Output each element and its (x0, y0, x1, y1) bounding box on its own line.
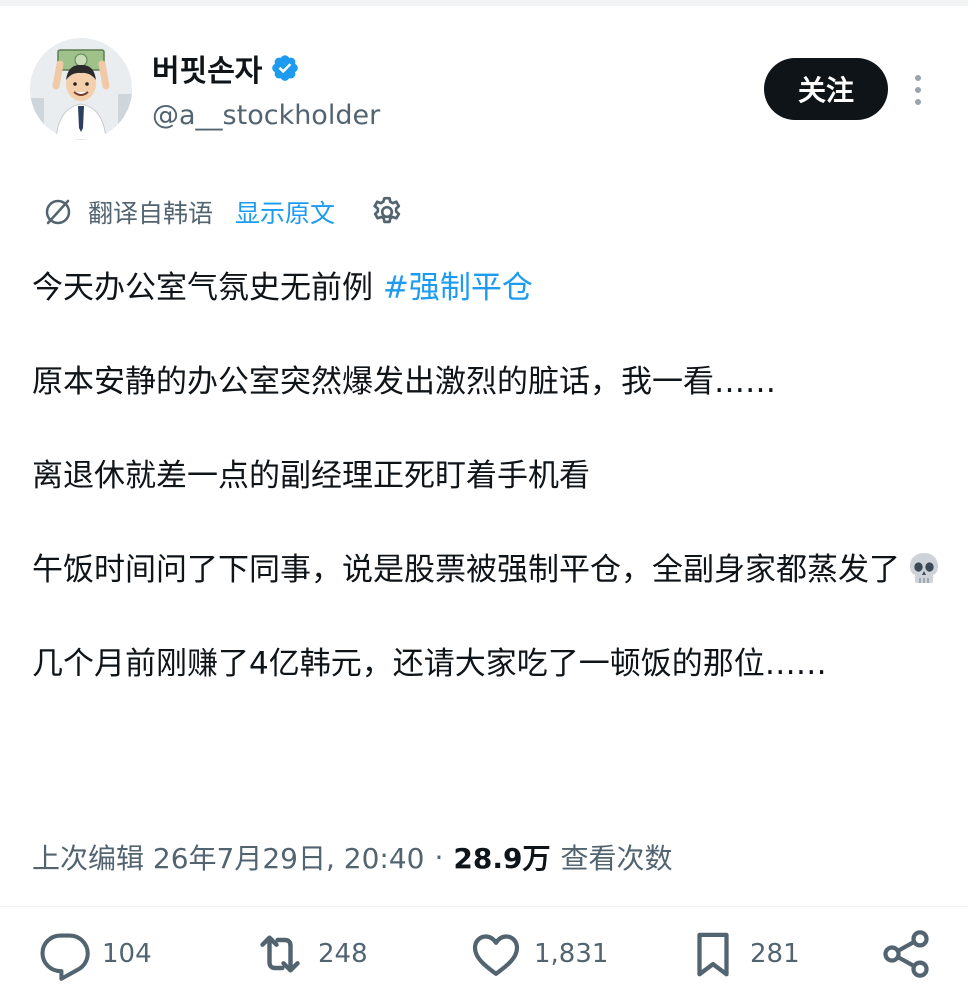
tweet-paragraph-text: 午饭时间问了下同事，说是股票被强制平仓，全副身家都蒸发了 (32, 552, 900, 588)
avatar-image (30, 38, 132, 140)
show-original-link[interactable]: 显示原文 (235, 194, 335, 230)
tweet-meta: 上次编辑 26年7月29日, 20:40 · 28.9万 查看次数 (32, 834, 672, 880)
tweet-paragraph-1: 今天办公室气氛史无前例 #强制平仓 (32, 262, 942, 314)
retweet-button[interactable]: 248 (252, 924, 368, 984)
like-count: 1,831 (534, 939, 609, 969)
heart-icon (472, 934, 520, 976)
divider (0, 906, 968, 907)
verified-badge-icon[interactable] (270, 53, 300, 83)
tweet-text: 今天办公室气氛史无前例 #强制平仓 原本安静的办公室突然爆发出激烈的脏话，我一看… (32, 262, 942, 732)
tweet-paragraph-2: 原本安静的办公室突然爆发出激烈的脏话，我一看…… (32, 364, 776, 400)
skull-emoji-icon (906, 550, 942, 586)
reply-button[interactable]: 104 (38, 924, 152, 984)
edited-timestamp[interactable]: 上次编辑 26年7月29日, 20:40 (32, 837, 424, 877)
bookmark-icon (697, 932, 729, 977)
follow-button[interactable]: 关注 (764, 58, 888, 120)
top-divider (0, 0, 968, 6)
tweet-paragraph-5: 几个月前刚赚了4亿韩元，还请大家吃了一顿饭的那位…… (32, 646, 827, 682)
translated-from-label: 翻译自韩语 (88, 199, 214, 228)
reply-count: 104 (102, 939, 152, 969)
views-count: 28.9万 (453, 842, 551, 875)
display-name[interactable]: 버핏손자 (152, 46, 262, 90)
views-label: 查看次数 (560, 842, 673, 875)
tweet-paragraph-4: 午饭时间问了下同事，说是股票被强制平仓，全副身家都蒸发了 (32, 544, 942, 596)
share-button[interactable] (878, 924, 934, 984)
meta-separator: · (434, 840, 444, 874)
bookmark-button[interactable]: 281 (686, 924, 800, 984)
share-icon (883, 930, 929, 978)
tweet-paragraph-text: 今天办公室气氛史无前例 (32, 270, 383, 306)
gear-icon[interactable] (369, 194, 405, 230)
reply-icon (40, 933, 90, 981)
avatar[interactable] (30, 38, 132, 140)
tweet-paragraph-3: 离退休就差一点的副经理正死盯着手机看 (32, 458, 590, 494)
user-handle[interactable]: @a__stockholder (152, 100, 380, 131)
retweet-icon (260, 935, 300, 973)
like-button[interactable]: 1,831 (468, 924, 608, 984)
author-name-row: 버핏손자 (152, 46, 300, 90)
translate-icon (42, 196, 74, 228)
translation-row: 翻译自韩语 显示原文 (42, 190, 405, 234)
hashtag-link[interactable]: #强制平仓 (383, 270, 533, 306)
more-vertical-icon[interactable] (900, 70, 936, 110)
retweet-count: 248 (318, 939, 368, 969)
bookmark-count: 281 (750, 939, 800, 969)
